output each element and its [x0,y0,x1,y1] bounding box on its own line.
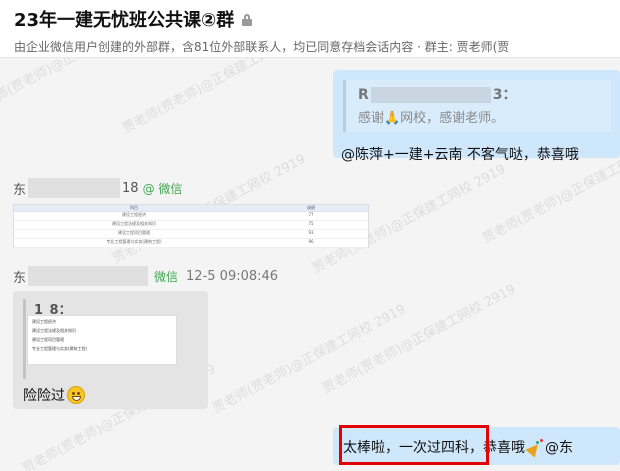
table-row: 建设工程项目管理 93 [14,230,368,239]
group-title: 23年一建无忧班公共课②群 [14,10,235,31]
table-row: 专业工程管理与实务(建筑工程) 96 [14,239,368,248]
message-area[interactable]: 贾老师(贾老师)@正保建工网校 2919 贾老师(贾老师)@正保建工网校 291… [0,58,620,471]
mention[interactable]: @东 [545,437,573,457]
grin-emoji-icon [67,386,85,404]
watermark: 贾老师(贾老师)@正保建工网校 2919 [120,58,319,137]
lock-icon [242,14,253,26]
redacted-name [370,87,491,103]
wechat-tag: @ 微信 [142,181,183,196]
wechat-tag: 微信 [154,269,179,284]
watermark: 贾老师(贾老师)@正保建工网校 2919 [210,301,409,417]
quoted-message[interactable]: R 3： 感谢🙏网校，感谢老师。 [343,80,611,132]
message-time: 12-5 09:08:46 [186,268,279,284]
score-image[interactable]: 科目 成绩 建设工程经济 77 建设工程法规及相关知识 75 建设工程项目管理 93 专… [13,204,369,248]
chat-header: 23年一建无忧班公共课②群 由企业微信用户创建的外部群，含81位外部联系人，均已… [0,0,620,58]
quote-text: 感谢🙏网校，感谢老师。 [358,111,505,126]
table-row: 建设工程法规及相关知识 75 [14,221,368,230]
party-popper-icon [525,439,543,458]
sender-name: 东 18 @ 微信 [13,178,182,198]
redacted-name [28,178,121,198]
table-header: 科目 成绩 [14,205,368,212]
message-text: 险险过 [23,385,85,405]
watermark: 贾老师(贾老师)@正保建工网校 2919 [320,281,519,397]
message-bubble-outgoing[interactable]: R 3： 感谢🙏网校，感谢老师。 @陈萍+一建+云南 不客气哒，恭喜哦 [333,70,620,163]
sender-name: 东微信 12-5 09:08:46 [13,266,278,286]
message-text: @陈萍+一建+云南 不客气哒，恭喜哦 [341,147,579,163]
watermark: 贾老师(贾老师)@正保建工网校 2919 [0,58,168,117]
quote-author: R 3： [358,87,517,103]
redacted-name [28,266,149,286]
table-row: 建设工程经济 77 [14,212,368,221]
quoted-score-image[interactable]: 建设工程经济 建设工程法规及相关知识 建设工程项目管理 专业工程管理与实务(建筑… [27,315,177,365]
message-bubble-incoming[interactable]: 1_8： 建设工程经济 建设工程法规及相关知识 建设工程项目管理 专业工程管理与… [13,291,208,409]
group-subtitle: 由企业微信用户创建的外部群，含81位外部联系人，均已同意存档会话内容 · 群主:… [14,40,510,54]
red-highlight-box [339,425,489,465]
